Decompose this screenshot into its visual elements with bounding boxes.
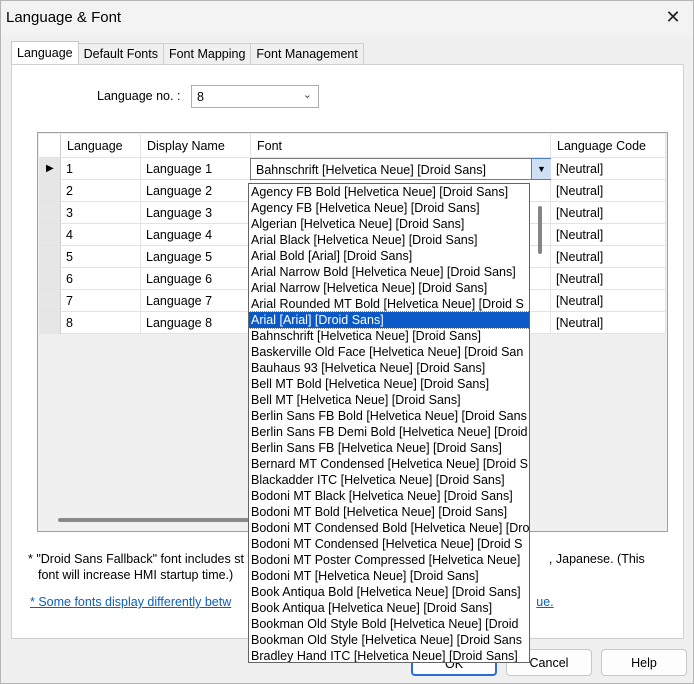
chevron-down-icon: ⌄: [302, 89, 312, 101]
cell-display-name[interactable]: Language 2: [141, 180, 251, 202]
cell-display-name[interactable]: Language 4: [141, 224, 251, 246]
list-item[interactable]: Bell MT Bold [Helvetica Neue] [Droid San…: [249, 376, 529, 392]
cell-language[interactable]: 8: [61, 312, 141, 334]
list-item[interactable]: Arial Narrow Bold [Helvetica Neue] [Droi…: [249, 264, 529, 280]
list-item[interactable]: Berlin Sans FB Bold [Helvetica Neue] [Dr…: [249, 408, 529, 424]
row-header[interactable]: [39, 268, 61, 290]
list-item[interactable]: Bodoni MT [Helvetica Neue] [Droid Sans]: [249, 568, 529, 584]
list-item[interactable]: Bradley Hand ITC [Helvetica Neue] [Droid…: [249, 648, 529, 662]
cell-display-name[interactable]: Language 6: [141, 268, 251, 290]
cell-display-name[interactable]: Language 3: [141, 202, 251, 224]
cell-language[interactable]: 5: [61, 246, 141, 268]
list-item-selected[interactable]: Arial [Arial] [Droid Sans]: [249, 311, 529, 329]
list-item[interactable]: Arial Black [Helvetica Neue] [Droid Sans…: [249, 232, 529, 248]
cell-language-code[interactable]: [Neutral]: [551, 202, 666, 224]
font-dropdown-button[interactable]: ▼: [531, 158, 552, 180]
window-title: Language & Font: [6, 9, 122, 26]
tab-language[interactable]: Language: [11, 41, 79, 64]
row-header[interactable]: [39, 224, 61, 246]
row-header[interactable]: [39, 290, 61, 312]
title-bar: Language & Font ✕: [1, 1, 693, 35]
cell-language-code[interactable]: [Neutral]: [551, 180, 666, 202]
language-font-dialog: Language & Font ✕ Language Default Fonts…: [0, 0, 694, 684]
language-no-value: 8: [197, 90, 204, 104]
list-item[interactable]: Bookman Old Style Bold [Helvetica Neue] …: [249, 616, 529, 632]
list-item[interactable]: Arial Rounded MT Bold [Helvetica Neue] […: [249, 296, 529, 312]
grid-corner: [39, 134, 61, 158]
list-item[interactable]: Bahnschrift [Helvetica Neue] [Droid Sans…: [249, 328, 529, 344]
list-item[interactable]: Bodoni MT Condensed [Helvetica Neue] [Dr…: [249, 536, 529, 552]
tab-default-fonts[interactable]: Default Fonts: [77, 43, 164, 64]
list-item[interactable]: Bodoni MT Condensed Bold [Helvetica Neue…: [249, 520, 529, 536]
list-item[interactable]: Agency FB [Helvetica Neue] [Droid Sans]: [249, 200, 529, 216]
cell-language-code[interactable]: [Neutral]: [551, 290, 666, 312]
list-item[interactable]: Algerian [Helvetica Neue] [Droid Sans]: [249, 216, 529, 232]
close-icon[interactable]: ✕: [663, 7, 683, 27]
link-text-end[interactable]: ue.: [536, 595, 553, 609]
note-line1-start: * "Droid Sans Fallback" font includes st: [28, 552, 244, 566]
list-item[interactable]: Book Antiqua [Helvetica Neue] [Droid San…: [249, 600, 529, 616]
current-row-icon: ▶: [46, 163, 54, 174]
font-combo-input[interactable]: Bahnschrift [Helvetica Neue] [Droid Sans…: [250, 158, 552, 180]
header-display-name[interactable]: Display Name: [141, 134, 251, 158]
language-no-label: Language no. :: [97, 89, 181, 103]
list-item[interactable]: Blackadder ITC [Helvetica Neue] [Droid S…: [249, 472, 529, 488]
cell-display-name[interactable]: Language 1: [141, 158, 251, 180]
list-item[interactable]: Bodoni MT Bold [Helvetica Neue] [Droid S…: [249, 504, 529, 520]
cell-language-code[interactable]: [Neutral]: [551, 246, 666, 268]
list-item[interactable]: Agency FB Bold [Helvetica Neue] [Droid S…: [249, 184, 529, 200]
table-row[interactable]: ▶ 1 Language 1 Bahnschrift [Helvetica Ne…: [39, 158, 666, 180]
list-item[interactable]: Bell MT [Helvetica Neue] [Droid Sans]: [249, 392, 529, 408]
cell-language-code[interactable]: [Neutral]: [551, 224, 666, 246]
help-button[interactable]: Help: [601, 649, 687, 676]
language-no-select[interactable]: 8 ⌄: [191, 85, 319, 108]
link-text-start[interactable]: * Some fonts display differently betw: [30, 595, 231, 609]
row-header[interactable]: [39, 180, 61, 202]
header-language-code[interactable]: Language Code: [551, 134, 666, 158]
row-header[interactable]: [39, 246, 61, 268]
cell-language-code[interactable]: [Neutral]: [551, 158, 666, 180]
list-item[interactable]: Bernard MT Condensed [Helvetica Neue] [D…: [249, 456, 529, 472]
header-language[interactable]: Language: [61, 134, 141, 158]
list-item[interactable]: Bodoni MT Black [Helvetica Neue] [Droid …: [249, 488, 529, 504]
list-item[interactable]: Bookman Old Style [Helvetica Neue] [Droi…: [249, 632, 529, 648]
list-item[interactable]: Baskerville Old Face [Helvetica Neue] [D…: [249, 344, 529, 360]
list-item[interactable]: Arial Bold [Arial] [Droid Sans]: [249, 248, 529, 264]
dropdown-scrollbar-thumb[interactable]: [538, 206, 542, 254]
cell-language[interactable]: 4: [61, 224, 141, 246]
grid-header-row: Language Display Name Font Language Code: [39, 134, 666, 158]
tab-font-mapping[interactable]: Font Mapping: [162, 43, 252, 64]
tab-font-management[interactable]: Font Management: [250, 43, 364, 64]
row-header[interactable]: [39, 312, 61, 334]
cell-language[interactable]: 1: [61, 158, 141, 180]
cell-display-name[interactable]: Language 7: [141, 290, 251, 312]
cell-language[interactable]: 2: [61, 180, 141, 202]
cell-language-code[interactable]: [Neutral]: [551, 268, 666, 290]
row-header[interactable]: [39, 202, 61, 224]
list-item[interactable]: Bodoni MT Poster Compressed [Helvetica N…: [249, 552, 529, 568]
cell-language-code[interactable]: [Neutral]: [551, 312, 666, 334]
cell-language[interactable]: 7: [61, 290, 141, 312]
list-item[interactable]: Berlin Sans FB [Helvetica Neue] [Droid S…: [249, 440, 529, 456]
list-item[interactable]: Berlin Sans FB Demi Bold [Helvetica Neue…: [249, 424, 529, 440]
list-item[interactable]: Bauhaus 93 [Helvetica Neue] [Droid Sans]: [249, 360, 529, 376]
font-dropdown-list[interactable]: Agency FB Bold [Helvetica Neue] [Droid S…: [248, 183, 530, 663]
note-line1-end: , Japanese. (This: [548, 552, 645, 566]
cell-language[interactable]: 3: [61, 202, 141, 224]
header-font[interactable]: Font: [251, 134, 551, 158]
cell-language[interactable]: 6: [61, 268, 141, 290]
tab-strip: Language Default Fonts Font Mapping Font…: [11, 41, 364, 65]
cell-display-name[interactable]: Language 8: [141, 312, 251, 334]
list-item[interactable]: Arial Narrow [Helvetica Neue] [Droid San…: [249, 280, 529, 296]
cell-display-name[interactable]: Language 5: [141, 246, 251, 268]
list-item[interactable]: Book Antiqua Bold [Helvetica Neue] [Droi…: [249, 584, 529, 600]
row-header[interactable]: ▶: [39, 158, 61, 180]
